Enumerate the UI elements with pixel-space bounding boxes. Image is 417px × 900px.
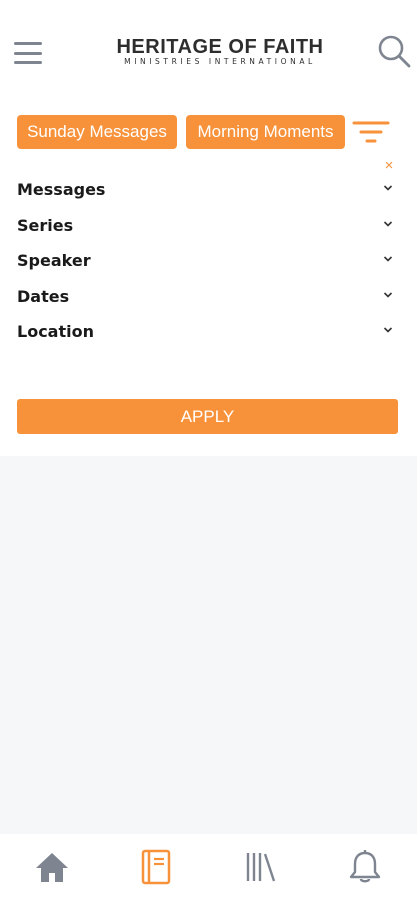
nav-notifications[interactable] xyxy=(313,834,417,900)
nav-library[interactable] xyxy=(209,834,313,900)
filter-icon xyxy=(352,121,390,143)
search-icon xyxy=(378,35,411,68)
filter-label: Series xyxy=(17,216,74,235)
chip-sunday-messages[interactable]: Sunday Messages xyxy=(17,115,177,149)
filter-location[interactable]: Location xyxy=(17,318,397,346)
chevron-down-icon xyxy=(383,221,393,227)
search-button[interactable] xyxy=(376,33,412,69)
app-header: HERITAGE OF FAITH MINISTRIES INTERNATION… xyxy=(0,0,417,100)
apply-button[interactable]: APPLY xyxy=(17,399,398,434)
bottom-nav xyxy=(0,834,417,900)
nav-messages[interactable] xyxy=(104,834,208,900)
filter-toggle-button[interactable] xyxy=(352,120,390,146)
filter-label: Messages xyxy=(17,180,106,199)
filter-speaker[interactable]: Speaker xyxy=(17,247,397,275)
chevron-down-icon xyxy=(383,256,393,262)
chevron-down-icon xyxy=(383,327,393,333)
close-filter-button[interactable]: × xyxy=(382,158,396,174)
filter-messages[interactable]: Messages xyxy=(17,176,397,204)
chevron-down-icon xyxy=(383,292,393,298)
hamburger-line xyxy=(14,51,42,55)
menu-button[interactable] xyxy=(14,42,42,64)
filter-series[interactable]: Series xyxy=(17,212,397,240)
chip-morning-moments[interactable]: Morning Moments xyxy=(186,115,345,149)
hamburger-icon xyxy=(14,42,42,45)
filter-dates[interactable]: Dates xyxy=(17,283,397,311)
filter-label: Speaker xyxy=(17,251,91,270)
chevron-down-icon xyxy=(383,185,393,191)
library-icon xyxy=(246,853,275,882)
filter-label: Location xyxy=(17,322,94,341)
filter-label: Dates xyxy=(17,287,70,306)
filter-panel: Sunday Messages Morning Moments × Messag… xyxy=(0,100,417,456)
hamburger-line xyxy=(14,61,42,64)
logo-title: HERITAGE OF FAITH xyxy=(116,36,324,58)
logo-subtitle: MINISTRIES INTERNATIONAL xyxy=(124,57,316,66)
bell-icon xyxy=(349,850,381,883)
nav-home[interactable] xyxy=(0,834,104,900)
logo: HERITAGE OF FAITH MINISTRIES INTERNATION… xyxy=(100,36,340,66)
book-icon xyxy=(142,849,171,885)
home-icon xyxy=(36,853,69,882)
